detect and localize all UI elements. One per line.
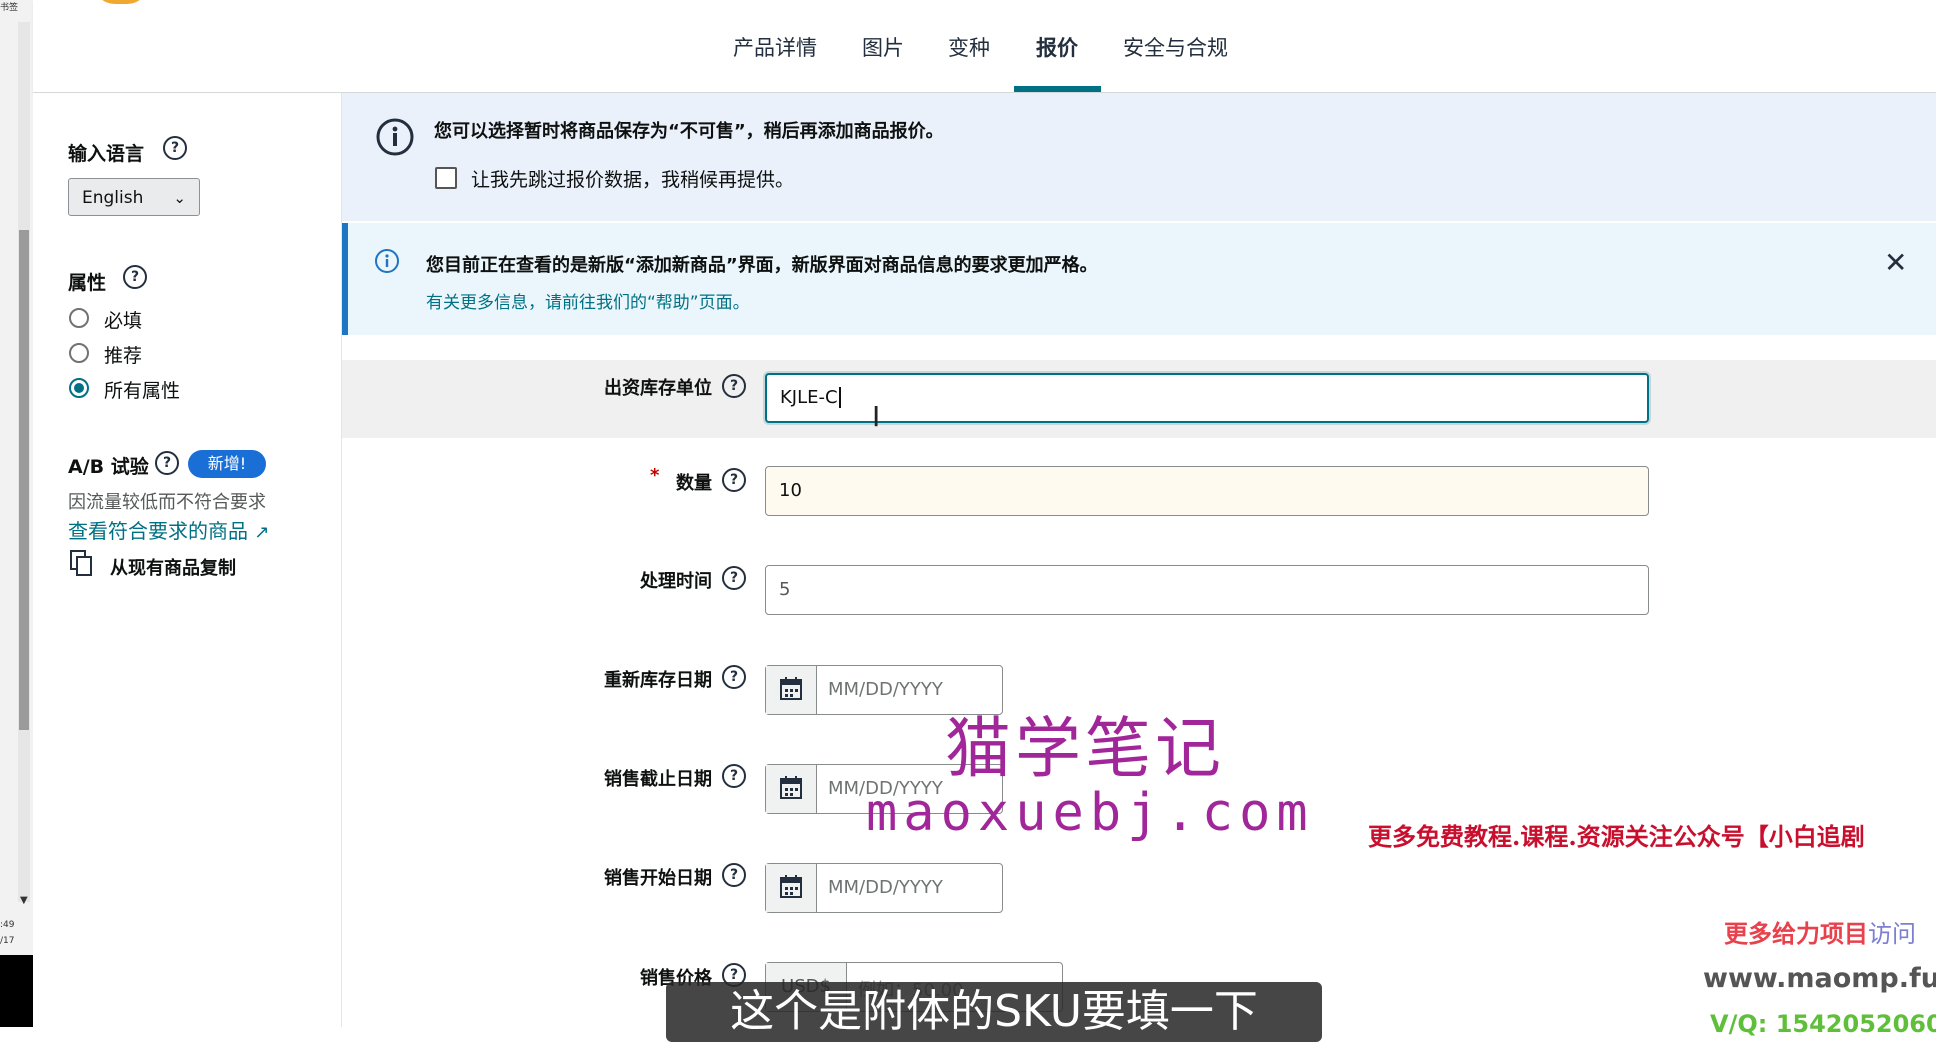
active-tab-indicator bbox=[1014, 86, 1101, 92]
promo-line: 更多免费教程.课程.资源关注公众号【小白追剧 bbox=[1368, 822, 1865, 851]
help-page-link[interactable]: 有关更多信息，请前往我们的“帮助”页面。 bbox=[426, 288, 750, 313]
new-ui-notice-title: 您目前正在查看的是新版“添加新商品”界面，新版界面对商品信息的要求更加严格。 bbox=[426, 255, 1098, 276]
sale-start-date-label: 销售开始日期 bbox=[604, 868, 712, 889]
sku-help-icon[interactable]: ? bbox=[722, 374, 746, 398]
copy-from-existing-button[interactable]: 从现有商品复制 bbox=[110, 554, 236, 580]
ab-note: 因流量较低而不符合要求 bbox=[68, 492, 266, 513]
chevron-down-icon: ⌄ bbox=[173, 189, 186, 207]
quantity-help-icon[interactable]: ? bbox=[722, 468, 746, 492]
new-ui-notice-banner bbox=[342, 223, 1936, 335]
radio-required-label: 必填 bbox=[104, 310, 143, 332]
browser-side-strip: 书签 ▲ ▼ :49 /17 bbox=[0, 0, 34, 1027]
attributes-label: 属性 bbox=[68, 272, 107, 294]
tab-safety-compliance[interactable]: 安全与合规 bbox=[1123, 32, 1228, 62]
sale-start-date-help-icon[interactable]: ? bbox=[722, 863, 746, 887]
calendar-icon[interactable] bbox=[766, 765, 817, 813]
promo-visit-text: 访问 bbox=[1868, 920, 1916, 948]
video-subtitle: 这个是附体的SKU要填一下 bbox=[666, 982, 1322, 1042]
promo-more: 更多给力项目访问 bbox=[1724, 914, 1916, 949]
attributes-help-icon[interactable]: ? bbox=[123, 265, 147, 289]
info-circle-icon bbox=[376, 118, 414, 156]
copy-icon[interactable] bbox=[70, 550, 92, 576]
input-language-label: 输入语言 bbox=[68, 143, 145, 165]
close-icon[interactable]: ✕ bbox=[1884, 246, 1907, 279]
handling-time-help-icon[interactable]: ? bbox=[722, 566, 746, 590]
radio-recommended-label: 推荐 bbox=[104, 345, 143, 367]
watermark-url: maoxuebj.com bbox=[866, 783, 1314, 843]
sku-value: KJLE-C bbox=[780, 387, 838, 408]
promo-site: www.maomp.fun bbox=[1703, 963, 1936, 994]
calendar-icon[interactable] bbox=[766, 864, 817, 912]
taskbar-block bbox=[0, 955, 33, 1027]
radio-required[interactable] bbox=[69, 308, 89, 328]
sale-start-date-input[interactable]: MM/DD/YYYY bbox=[765, 863, 1003, 913]
eligible-products-link[interactable]: 查看符合要求的商品 ↗ bbox=[68, 515, 269, 544]
radio-recommended[interactable] bbox=[69, 343, 89, 363]
sale-end-date-help-icon[interactable]: ? bbox=[722, 764, 746, 788]
unsellable-info-banner bbox=[342, 93, 1936, 221]
handling-time-input[interactable]: 5 bbox=[765, 565, 1649, 615]
watermark-cn: 猫学笔记 bbox=[945, 710, 1225, 787]
radio-all-attributes[interactable] bbox=[69, 378, 89, 398]
language-select[interactable]: English ⌄ bbox=[68, 178, 200, 216]
brand-logo bbox=[93, 0, 149, 4]
quantity-input[interactable]: 10 bbox=[765, 466, 1649, 516]
quantity-label: 数量 bbox=[676, 473, 712, 494]
sku-input[interactable]: KJLE-C bbox=[765, 373, 1649, 423]
info-icon bbox=[374, 248, 400, 274]
calendar-icon[interactable] bbox=[766, 666, 817, 714]
external-link-icon: ↗ bbox=[254, 522, 270, 543]
promo-contact: V/Q: 1542052060 bbox=[1710, 1010, 1936, 1038]
scrollbar-thumb[interactable] bbox=[19, 230, 29, 730]
clock-date: /17 bbox=[0, 936, 15, 946]
handling-time-label: 处理时间 bbox=[640, 571, 712, 592]
new-badge: 新增! bbox=[188, 450, 266, 478]
skip-offer-label: 让我先跳过报价数据，我稍候再提供。 bbox=[471, 169, 795, 191]
language-value: English bbox=[82, 188, 144, 208]
text-caret bbox=[838, 387, 841, 408]
tab-offer[interactable]: 报价 bbox=[1036, 32, 1078, 62]
text-cursor-icon: I bbox=[872, 400, 881, 433]
eligible-products-link-text: 查看符合要求的商品 bbox=[68, 519, 248, 543]
clock-time: :49 bbox=[0, 920, 15, 930]
radio-all-attributes-label: 所有属性 bbox=[104, 380, 181, 402]
tab-product-details[interactable]: 产品详情 bbox=[733, 32, 817, 62]
tab-images[interactable]: 图片 bbox=[862, 32, 904, 62]
ab-test-help-icon[interactable]: ? bbox=[155, 451, 179, 475]
skip-offer-checkbox[interactable] bbox=[435, 167, 457, 189]
strip-text: 书签 bbox=[0, 3, 19, 13]
sku-label: 出资库存单位 bbox=[604, 378, 712, 399]
sale-start-date-placeholder: MM/DD/YYYY bbox=[828, 877, 943, 898]
restock-date-help-icon[interactable]: ? bbox=[722, 665, 746, 689]
scroll-down-arrow[interactable]: ▼ bbox=[20, 895, 28, 906]
unsellable-info-text: 您可以选择暂时将商品保存为“不可售”，稍后再添加商品报价。 bbox=[434, 121, 944, 142]
restock-date-label: 重新库存日期 bbox=[604, 670, 712, 691]
language-help-icon[interactable]: ? bbox=[163, 136, 187, 160]
sale-end-date-label: 销售截止日期 bbox=[604, 769, 712, 790]
tab-variations[interactable]: 变种 bbox=[948, 32, 990, 62]
restock-date-placeholder: MM/DD/YYYY bbox=[828, 679, 943, 700]
ab-test-label: A/B 试验 bbox=[68, 456, 149, 478]
promo-more-text: 更多给力项目 bbox=[1724, 920, 1868, 948]
